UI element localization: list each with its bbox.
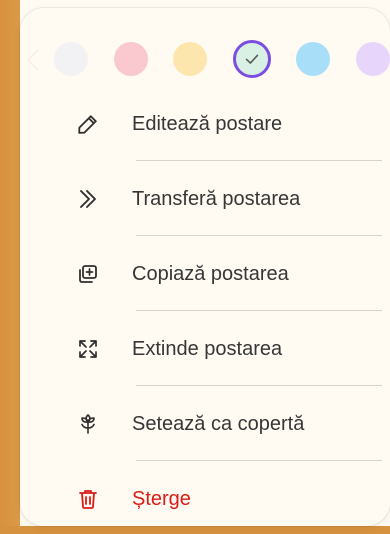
menu-item-label: Setează ca copertă (132, 412, 305, 435)
color-swatch-white[interactable] (54, 42, 88, 76)
expand-icon (76, 337, 100, 361)
double-chevron-right-icon (76, 187, 100, 211)
menu-item-expand-post[interactable]: Extinde postarea (76, 311, 390, 386)
menu-item-transfer-post[interactable]: Transferă postarea (76, 161, 390, 236)
menu-items: Editează postare Transferă postarea Copi… (76, 86, 390, 534)
color-swatch-green[interactable] (232, 40, 271, 78)
trash-icon (76, 487, 100, 511)
color-swatch-pink[interactable] (113, 42, 148, 76)
menu-item-label: Copiază postarea (132, 262, 289, 285)
menu-item-label: Extinde postarea (132, 337, 283, 360)
color-swatch-yellow[interactable] (173, 42, 208, 76)
menu-item-set-as-cover[interactable]: Setează ca copertă (76, 386, 390, 461)
copy-add-icon (76, 262, 100, 286)
menu-item-label: Șterge (132, 487, 191, 510)
color-swatch-blue[interactable] (296, 42, 331, 76)
check-icon (245, 54, 258, 64)
menu-item-copy-post[interactable]: Copiază postarea (76, 236, 390, 311)
color-swatch-purple[interactable] (355, 42, 390, 76)
menu-item-label: Editează postare (132, 112, 283, 135)
menu-item-edit-post[interactable]: Editează postare (76, 86, 390, 161)
menu-pointer (28, 48, 52, 72)
flower-icon (76, 412, 100, 436)
menu-item-delete[interactable]: Șterge (76, 461, 390, 534)
menu-item-label: Transferă postarea (132, 187, 301, 210)
pencil-icon (76, 112, 100, 136)
color-picker-row (54, 40, 390, 78)
post-context-menu: Editează postare Transferă postarea Copi… (20, 8, 390, 526)
screenshot-stage: Editează postare Transferă postarea Copi… (0, 0, 390, 534)
